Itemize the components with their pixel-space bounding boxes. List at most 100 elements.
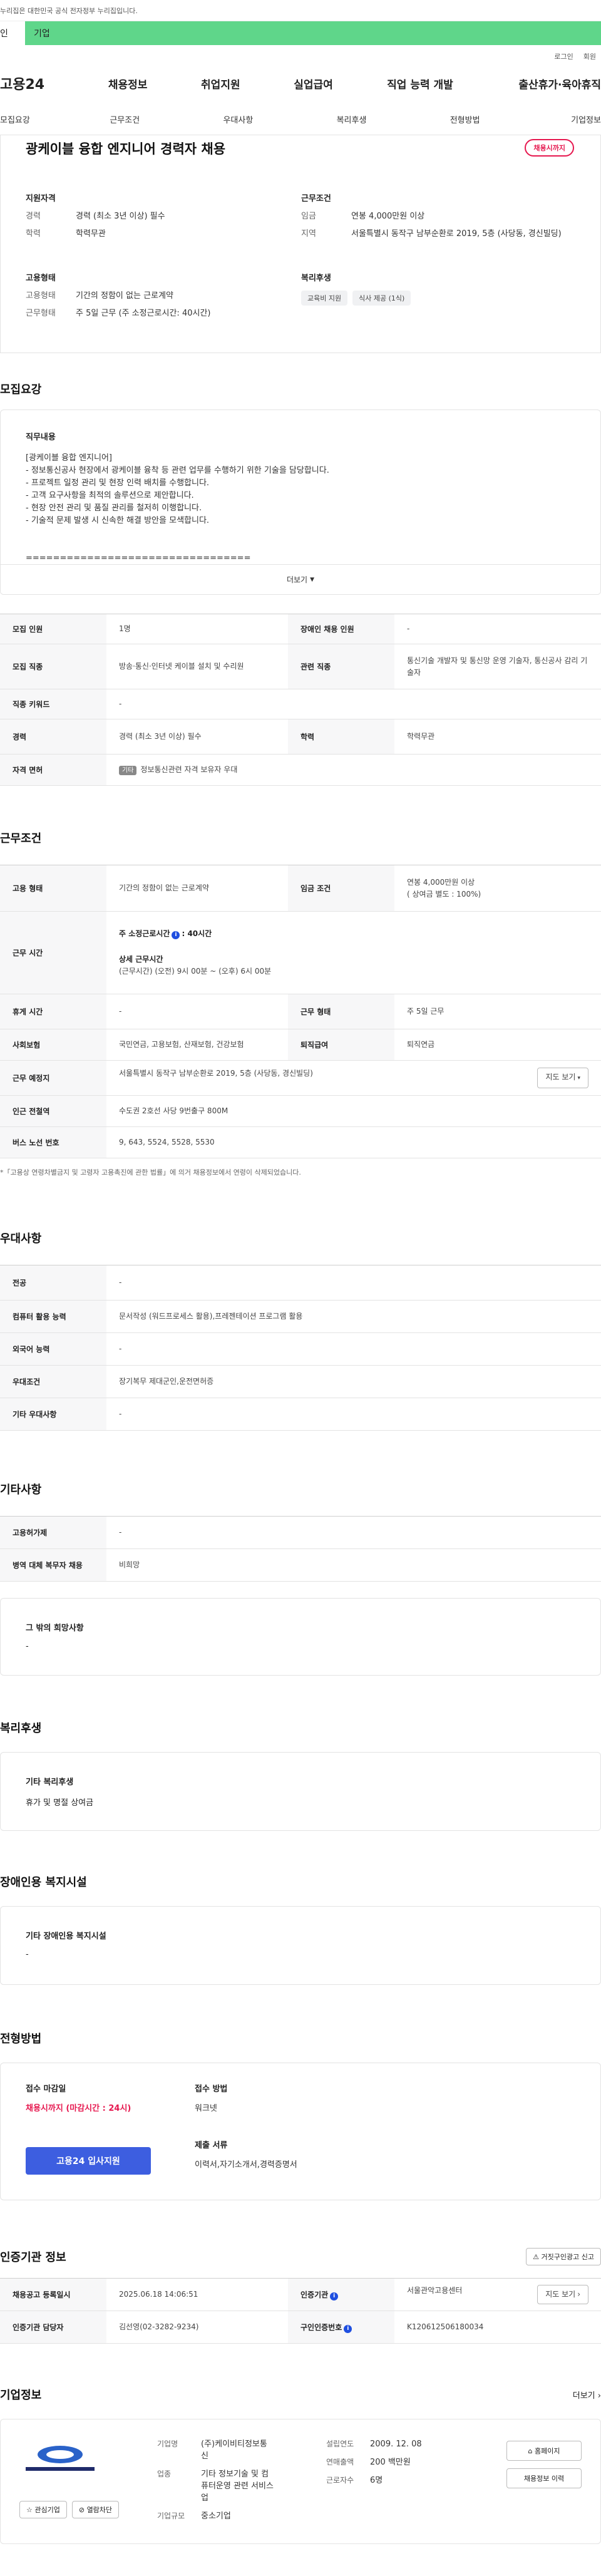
label: 지역 [301,229,316,239]
company-name: (주)케이비티정보통신 [201,2439,267,2461]
value-cell: 경력 (최소 3년 이상) 필수 [119,732,202,741]
company-more-link[interactable]: 더보기 › [573,2389,601,2401]
table-row: 근무 예정지 서울특별시 동작구 남부순환로 2019, 5층 (사당동, 경신… [0,1060,601,1096]
deadline-title: 접수 마감일 [26,2084,66,2094]
map-button[interactable]: 지도 보기 ▾ [537,1068,588,1088]
label: 학력 [26,229,41,239]
company-revenue: 200 백만원 [370,2458,411,2467]
job-history-button[interactable]: 채용정보 이력 [506,2468,582,2488]
value-cell: 9, 643, 5524, 5528, 5530 [119,1138,215,1146]
tab-welfare[interactable]: 복리후생 [295,113,408,125]
table-row: 컴퓨터 활용 능력 문서작성 (워드프로세스 활용),프레젠테이션 프로그램 활용 [0,1300,601,1333]
nav-vocational-training[interactable]: 직업 능력 개발 [360,76,481,91]
header-cell: 경력 [0,719,106,755]
header-cell: 고용허가제 [0,1516,106,1549]
table-row: 직종 키워드 - [0,689,601,719]
info-icon[interactable]: i [172,931,180,939]
preferences-table: 전공 - 컴퓨터 활용 능력 문서작성 (워드프로세스 활용),프레젠테이션 프로그… [0,1265,601,1431]
nav-job-info[interactable]: 채용정보 [81,76,174,91]
table-row: 자격 면허 기타 정보통신관련 자격 보유자 우대 [0,754,601,786]
table-row: 인증기관 담당자 김선영(02-3282-9234) 구인인증번호 i K1206… [0,2311,601,2344]
nav-employment-support[interactable]: 취업지원 [174,76,267,91]
nav-parental-leave[interactable]: 출산휴가·육아휴직 [480,76,601,91]
section-title: 모집요강 [0,383,42,396]
header-cell: 채용공고 등록일시 [0,2278,106,2311]
table-row: 휴게 시간 - 근무 형태 주 5일 근무 [0,994,601,1029]
job-summary-card: 광케이블 융합 엔지니어 경력자 채용 채용시까지 지원자격 경력 경력 (최소 … [0,135,601,353]
section-title: 장애인용 복지시설 [0,1876,87,1889]
hope-box: 그 밖의 희망사항 - [0,1598,601,1676]
map-button-label: 지도 보기 [545,1073,576,1081]
section-title: 기업정보 [0,2389,42,2402]
nav-unemployment-benefit[interactable]: 실업급여 [267,76,359,91]
report-button[interactable]: ⚠ 거짓구인광고 신고 [526,2248,601,2265]
block-button[interactable]: ⊘ 열람차단 [71,2501,120,2518]
wage-amount: 연봉 4,000만원 이상 [407,877,475,887]
value-cell: - [407,624,410,633]
value-cell: - [119,1007,122,1016]
label: 고용형태 [26,291,56,301]
documents-value: 이력서,자기소개서,경력증명서 [195,2160,297,2170]
info-icon[interactable]: i [344,2324,352,2333]
value-cell: 통신기술 개발자 및 통신망 운영 기술자, 통신공사 감리 기술자 [407,656,588,677]
main-nav: 고용24 채용정보 취업지원 실업급여 직업 능력 개발 출산휴가·육아휴직 [0,68,601,99]
header-cell: 버스 노선 번호 [0,1126,106,1158]
tab-company[interactable]: 기업 [25,21,601,45]
welfare-block: 복리후생 교육비 지원 식사 제공 (1식) [301,271,584,326]
hope-value: - [26,1642,29,1651]
apply-button[interactable]: 고용24 입사지원 [26,2147,151,2175]
chevron-down-icon: ▼ [310,576,315,583]
more-button[interactable]: 더보기 ▼ [1,564,600,594]
value-cell: - [119,1528,122,1537]
tab-work-conditions[interactable]: 근무조건 [68,113,182,125]
page: 누리집은 대한민국 공식 전자정부 누리집입니다. 인 기업 로그인 회원 고용… [0,0,601,2576]
section-title: 복리후생 [0,1722,42,1735]
header-cell: 학력 [288,719,394,755]
interest-label: 관심기업 [34,2506,60,2514]
map-button[interactable]: 지도 보기 › [537,2285,588,2304]
company-section: 기업정보 더보기 › ☆ 관심기업 ⊘ 열람차단 기업명 (주)케이비티정보통신 … [0,2386,601,2544]
value: 서울특별시 동작구 남부순환로 2019, 5층 (사당동, 경신빌딩) [351,229,562,239]
tab-recruit[interactable]: 모집요강 [0,113,68,125]
tab-selection[interactable]: 전형방법 [408,113,521,125]
value-cell: 서울특별시 동작구 남부순환로 2019, 5층 (사당동, 경신빌딩) 지도 보… [106,1061,601,1096]
value-cell: 비희망 [119,1560,140,1569]
cert-no-label: 구인인증번호 [300,2322,342,2332]
login-link[interactable]: 로그인 [554,51,573,61]
table-row: 병역 대체 복무자 채용 비희망 [0,1548,601,1582]
header-cell: 인근 전철역 [0,1095,106,1127]
qualification-title: 지원자격 [26,194,56,204]
value-cell: 1명 [119,624,131,633]
table-row: 인근 전철역 수도권 2호선 사당 9번출구 800M [0,1095,601,1127]
value-cell: 방송·통신·인터넷 케이블 설치 및 수리원 [119,662,244,671]
site-logo[interactable]: 고용24 [0,73,81,93]
value-cell: 국민연금, 고용보험, 산재보험, 건강보험 [119,1040,244,1049]
detail-hours-text: (근무시간) (오전) 9시 00분 ~ (오후) 6시 00분 [119,967,272,976]
age-notice: *「고용상 연령차별금지 및 고령자 고용촉진에 관한 법률」에 의거 채용정보… [0,1168,301,1177]
gov-banner-text: 누리집은 대한민국 공식 전자정부 누리집입니다. [0,6,138,15]
value-cell: 장기복무 제대군인,운전면허증 [119,1377,214,1386]
tab-preferences[interactable]: 우대사항 [182,113,295,125]
label: 근무형태 [26,309,56,318]
deadline-value: 채용시까지 (마감시간 : 24시) [26,2104,131,2113]
info-icon[interactable]: i [330,2292,339,2300]
report-button-label: 거짓구인광고 신고 [541,2253,594,2261]
signup-link[interactable]: 회원 [583,51,596,61]
value-cell: - [119,1344,122,1353]
label: 연매출액 [326,2458,354,2466]
value-cell: 주 소정근로시간 i: 40시간 상세 근무시간 (근무시간) (오전) 9시 0… [106,912,601,994]
tab-individual[interactable]: 인 [0,21,25,45]
welfare-title: 복리후생 [301,274,331,283]
gov-banner: 누리집은 대한민국 공식 전자정부 누리집입니다. [0,0,601,21]
etc-table: 고용허가제 - 병역 대체 복무자 채용 비희망 [0,1516,601,1582]
label: 업종 [157,2470,172,2478]
cert-value: 서울관악고용센터 [407,2286,463,2295]
category-tag: 기타 [119,765,137,775]
home-icon: ⌂ [528,2447,535,2455]
tab-company-info[interactable]: 기업정보 [521,113,601,125]
interest-button[interactable]: ☆ 관심기업 [19,2501,67,2518]
homepage-button[interactable]: ⌂ 홈페이지 [506,2441,582,2461]
job-description-box: 직무내용 [광케이블 융합 엔지니어] - 정보통신공사 현장에서 광케이블 융… [0,410,601,595]
header-cell: 퇴직급여 [288,1029,394,1061]
disability-section: 장애인용 복지시설 기타 장애인용 복지시설 - [0,1873,601,1985]
